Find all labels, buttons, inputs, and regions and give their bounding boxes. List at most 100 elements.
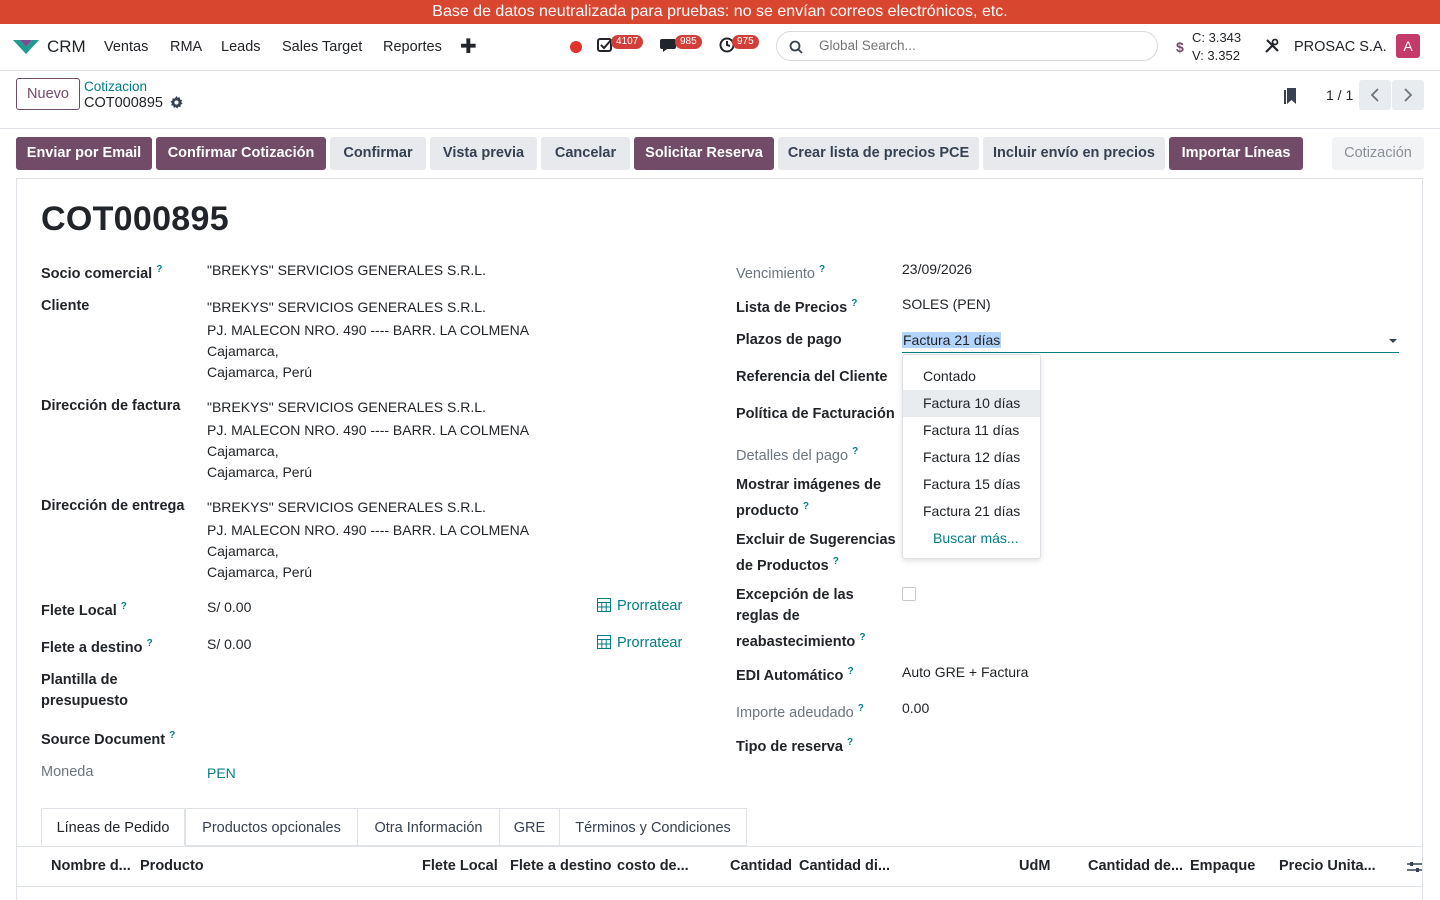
column-header[interactable]: Cantidad di...	[799, 858, 890, 874]
confirm-quotation-button[interactable]: Confirmar Cotización	[156, 137, 326, 170]
dollar-icon: $	[1176, 39, 1184, 55]
column-header[interactable]: Nombre d...	[51, 858, 131, 874]
table-header-divider	[16, 886, 1423, 887]
vencimiento-value[interactable]: 23/09/2026	[902, 259, 972, 280]
prorratear-destino-button[interactable]: Prorratear	[597, 635, 682, 651]
direccion-entrega-line-1[interactable]: "BREKYS" SERVICIOS GENERALES S.R.L.	[207, 497, 486, 518]
pager-value[interactable]: 1 / 1	[1326, 87, 1353, 103]
record-title: COT000895	[41, 200, 229, 238]
column-header[interactable]: Flete Local	[422, 858, 498, 874]
cancel-button[interactable]: Cancelar	[541, 137, 630, 170]
detalles-pago-label: Detalles del pago ?	[736, 446, 859, 464]
top-navbar: CRM Ventas RMA Leads Sales Target Report…	[0, 24, 1440, 70]
menu-ventas[interactable]: Ventas	[104, 39, 148, 55]
global-search-input[interactable]	[817, 37, 1141, 54]
cliente-label: Cliente	[41, 298, 90, 314]
tab-terminos-condiciones[interactable]: Términos y Condiciones	[559, 808, 747, 846]
excepcion-label-2: reglas de	[736, 608, 800, 624]
dropdown-option[interactable]: Factura 12 días	[903, 444, 1040, 471]
column-header[interactable]: Cantidad	[730, 858, 792, 874]
breadcrumb-parent[interactable]: Cotizacion	[84, 79, 147, 94]
excluir-sugerencias-label-2: de Productos ?	[736, 556, 839, 574]
plus-icon[interactable]: ✚	[460, 34, 477, 59]
referencia-cliente-label: Referencia del Cliente	[736, 369, 888, 385]
socio-comercial-value[interactable]: "BREKYS" SERVICIOS GENERALES S.R.L.	[207, 260, 486, 281]
rate-buy: C: 3.343	[1192, 30, 1242, 45]
dropdown-option[interactable]: Contado	[903, 363, 1040, 390]
pager-next-button[interactable]	[1392, 80, 1424, 110]
global-search[interactable]	[776, 31, 1158, 61]
edi-automatico-label: EDI Automático ?	[736, 666, 854, 684]
prorratear-local-button[interactable]: Prorratear	[597, 598, 682, 614]
create-pce-pricelist-button[interactable]: Crear lista de precios PCE	[778, 137, 979, 170]
excepcion-label-3: reabastecimiento ?	[736, 632, 866, 650]
importe-adeudado-value: 0.00	[902, 700, 930, 716]
send-email-button[interactable]: Enviar por Email	[16, 137, 152, 170]
record-icon[interactable]	[570, 41, 582, 53]
new-button[interactable]: Nuevo	[16, 78, 80, 110]
column-header[interactable]: Precio Unita...	[1279, 858, 1376, 874]
dropdown-option[interactable]: Factura 10 días	[903, 390, 1040, 417]
cliente-line-1[interactable]: "BREKYS" SERVICIOS GENERALES S.R.L.	[207, 297, 486, 318]
column-header[interactable]: costo de...	[617, 858, 689, 874]
optional-columns-icon[interactable]	[1407, 860, 1422, 877]
plazos-pago-field[interactable]: Factura 21 días	[902, 330, 1399, 353]
importe-adeudado-label: Importe adeudado ?	[736, 703, 864, 721]
socio-comercial-label: Socio comercial ?	[41, 264, 163, 282]
tab-gre[interactable]: GRE	[499, 808, 560, 846]
flete-destino-value[interactable]: S/ 0.00	[207, 634, 251, 655]
direccion-entrega-line-2: PJ. MALECON NRO. 490 ---- BARR. LA COLME…	[207, 522, 530, 538]
dropdown-option[interactable]: Factura 21 días	[903, 498, 1040, 525]
rate-sell: V: 3.352	[1192, 48, 1240, 63]
edi-automatico-value[interactable]: Auto GRE + Factura	[902, 662, 1028, 683]
breadcrumb-current: COT000895	[84, 95, 163, 111]
plazos-pago-input[interactable]: Factura 21 días	[902, 332, 1002, 348]
moneda-label: Moneda	[41, 764, 94, 780]
cliente-line-3: Cajamarca,	[207, 343, 279, 359]
tab-productos-opcionales[interactable]: Productos opcionales	[185, 808, 358, 846]
status-quotation[interactable]: Cotización	[1332, 137, 1424, 170]
import-lines-button[interactable]: Importar Líneas	[1169, 137, 1303, 170]
activities-badge: 4107	[611, 35, 644, 49]
excluir-sugerencias-label-1: Excluir de Sugerencias	[736, 532, 896, 548]
menu-sales-target[interactable]: Sales Target	[282, 39, 362, 55]
menu-reportes[interactable]: Reportes	[383, 39, 442, 55]
menu-rma[interactable]: RMA	[170, 39, 202, 55]
column-header[interactable]: UdM	[1019, 858, 1050, 874]
column-header[interactable]: Cantidad de...	[1088, 858, 1183, 874]
column-header[interactable]: Flete a destino	[510, 858, 612, 874]
app-name[interactable]: CRM	[47, 37, 86, 57]
company-switcher[interactable]: PROSAC S.A.	[1294, 39, 1387, 55]
cliente-line-4: Cajamarca, Perú	[207, 364, 313, 380]
pager-previous-button[interactable]	[1359, 80, 1391, 110]
dropdown-option[interactable]: Factura 15 días	[903, 471, 1040, 498]
crm-logo-icon[interactable]	[12, 38, 40, 59]
flete-local-value[interactable]: S/ 0.00	[207, 597, 251, 618]
lista-precios-value[interactable]: SOLES (PEN)	[902, 294, 991, 315]
dropdown-option[interactable]: Factura 11 días	[903, 417, 1040, 444]
tab-lineas-pedido[interactable]: Líneas de Pedido	[41, 808, 185, 846]
moneda-value[interactable]: PEN	[207, 763, 236, 784]
bookmark-icon[interactable]	[1283, 87, 1299, 108]
search-more-link[interactable]: Buscar más...	[933, 530, 1019, 546]
include-shipping-button[interactable]: Incluir envío en precios	[983, 137, 1165, 170]
messages-badge: 985	[675, 35, 702, 49]
caret-down-icon[interactable]	[1389, 339, 1397, 343]
control-panel: Nuevo Cotizacion COT000895 1 / 1	[0, 71, 1440, 128]
direccion-factura-line-1[interactable]: "BREKYS" SERVICIOS GENERALES S.R.L.	[207, 397, 486, 418]
cliente-line-2: PJ. MALECON NRO. 490 ---- BARR. LA COLME…	[207, 322, 530, 338]
excepcion-checkbox[interactable]	[902, 587, 916, 601]
column-header[interactable]: Producto	[140, 858, 204, 874]
user-avatar[interactable]: A	[1396, 34, 1420, 58]
gear-icon[interactable]	[170, 96, 183, 112]
direccion-entrega-line-4: Cajamarca, Perú	[207, 564, 313, 580]
flete-local-label: Flete Local ?	[41, 601, 127, 619]
column-header[interactable]: Empaque	[1190, 858, 1255, 874]
menu-leads[interactable]: Leads	[221, 39, 261, 55]
request-reservation-button[interactable]: Solicitar Reserva	[634, 137, 774, 170]
direccion-entrega-line-3: Cajamarca,	[207, 543, 279, 559]
confirm-button[interactable]: Confirmar	[330, 137, 426, 170]
preview-button[interactable]: Vista previa	[430, 137, 537, 170]
tools-icon[interactable]	[1264, 38, 1280, 57]
tab-otra-informacion[interactable]: Otra Información	[357, 808, 500, 846]
